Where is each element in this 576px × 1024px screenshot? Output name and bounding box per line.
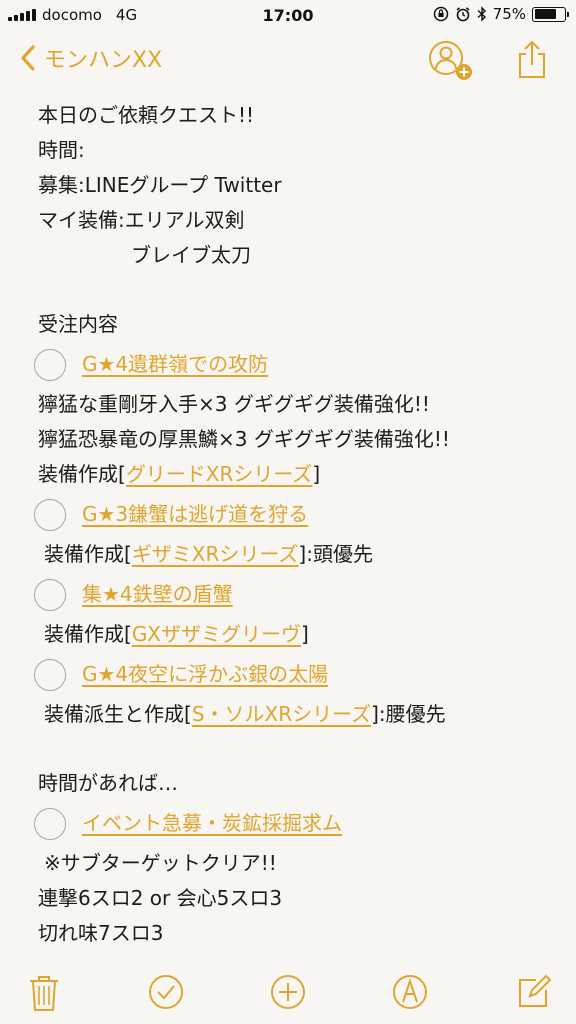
compose-button[interactable] [516,974,552,1014]
quest4-line-1: 装備派生と作成[S・ソルXRシリーズ]:腰優先 [38,697,558,732]
checkbox[interactable] [34,658,66,691]
checkbox[interactable] [34,807,66,840]
checkbox[interactable] [34,348,66,381]
note-body[interactable]: 本日のご依頼クエスト!! 時間: 募集:LINEグループ Twitter マイ装… [34,98,558,951]
orientation-lock-icon [433,6,448,22]
equip-line-2: ブレイブ太刀 [131,243,251,267]
checklist-icon [149,975,183,1009]
quest1-line-2: 獰猛恐暴竜の厚黒鱗×3 グギグギグ装備強化!! [38,427,450,451]
section-orders: 受注内容 [38,312,118,336]
text: 装備作成[ [44,622,132,646]
equip-line: マイ装備:エリアル双剣 [38,208,245,232]
text: ]:頭優先 [298,542,373,566]
back-label: モンハンXX [44,48,163,73]
status-bar: docomo 4G 17:00 75% [0,0,576,30]
share-button[interactable] [516,40,548,84]
status-right: 75% [433,5,569,23]
delete-button[interactable] [28,974,60,1016]
text: ]:腰優先 [371,702,446,726]
add-icon [271,975,305,1009]
quest-link[interactable]: 集★4鉄壁の盾蟹 [82,577,233,612]
equipment-link[interactable]: GXザザミグリーヴ [132,622,301,646]
checklist-button[interactable] [148,974,184,1014]
compose-icon [519,974,552,1007]
text: 装備派生と作成[ [44,702,192,726]
quest-link[interactable]: G★4夜空に浮かぶ銀の太陽 [82,657,328,692]
battery-icon [532,6,569,22]
back-button[interactable]: モンハンXX [20,42,162,74]
equipment-link[interactable]: ギザミXRシリーズ [132,542,299,566]
checkbox[interactable] [34,578,66,611]
alarm-icon [456,7,470,22]
add-button[interactable] [270,974,306,1014]
section-extra: 時間があれば… [38,771,178,795]
checklist-item: G★3鎌蟹は逃げ道を狩る [34,492,558,537]
text: ] [301,622,309,646]
quest1-line-3: 装備作成[グリードXRシリーズ] [38,457,558,492]
extra-line-2: 連撃6スロ2 or 会心5スロ3 [38,886,283,910]
checklist-item: G★4夜空に浮かぶ銀の太陽 [34,652,558,697]
battery-fill [534,9,557,19]
quest-link[interactable]: G★3鎌蟹は逃げ道を狩る [82,497,308,532]
chevron-left-icon [21,45,35,71]
quest2-line-1: 装備作成[ギザミXRシリーズ]:頭優先 [38,537,558,572]
quest3-line-1: 装備作成[GXザザミグリーヴ] [38,617,558,652]
checklist-item: イベント急募・炭鉱採掘求ム [34,801,558,846]
trash-icon [30,976,58,1011]
battery-percent: 75% [492,5,526,23]
add-person-button[interactable] [428,40,472,84]
equipment-link[interactable]: グリードXRシリーズ [126,462,313,486]
text: ] [312,462,321,486]
checklist-item: G★4遺群嶺での攻防 [34,342,558,387]
bluetooth-icon [477,6,486,22]
add-person-icon [429,41,472,80]
recruit-line: 募集:LINEグループ Twitter [38,173,282,197]
share-icon [519,40,545,78]
time-line: 時間: [38,138,85,162]
nav-bar: モンハンXX [0,30,576,88]
note-title: 本日のご依頼クエスト!! [38,103,255,127]
text: 装備作成[ [38,462,126,486]
text: 装備作成[ [44,542,132,566]
extra-line-1: ※サブターゲットクリア!! [44,851,277,875]
quest-link[interactable]: イベント急募・炭鉱採掘求ム [82,806,342,841]
quest-link[interactable]: G★4遺群嶺での攻防 [82,347,268,382]
checklist-item: 集★4鉄壁の盾蟹 [34,572,558,617]
extra-line-3: 切れ味7スロ3 [38,921,164,945]
bottom-toolbar [0,964,576,1024]
equipment-link[interactable]: S・ソルXRシリーズ [192,702,371,726]
checkbox[interactable] [34,498,66,531]
quest1-line-1: 獰猛な重剛牙入手×3 グギグギグ装備強化!! [38,392,430,416]
markup-button[interactable] [392,974,428,1014]
markup-icon [393,975,427,1009]
